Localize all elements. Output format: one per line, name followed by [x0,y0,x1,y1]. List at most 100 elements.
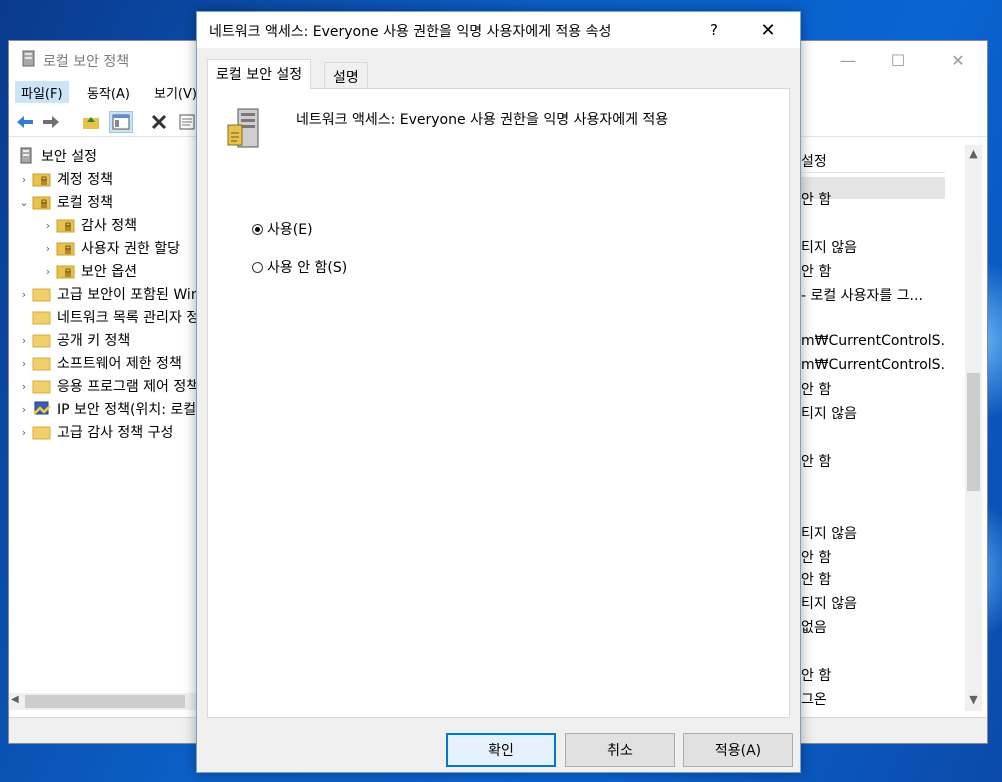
menu-view[interactable]: 보기(V) [148,81,203,103]
tree-horizontal-scrollbar[interactable]: ◀ [9,693,199,710]
tree-item-user-rights-assignment[interactable]: › 사용자 권한 할당 [41,237,180,259]
tree-item-security-settings[interactable]: 보안 설정 [15,145,97,167]
tree-item-local-policies[interactable]: ⌄ 로컬 정책 [17,191,113,213]
column-header-setting[interactable]: 설정 [799,145,945,173]
tree-item-defender-firewall[interactable]: › 고급 보안이 포함된 Windows Defender 방화벽 [17,283,199,305]
expand-arrow-icon[interactable]: › [17,357,31,370]
tree-item-label: 사용자 권한 할당 [81,241,181,257]
up-level-button[interactable] [79,111,103,133]
expand-arrow-icon[interactable]: › [17,403,31,416]
policy-setting-cell[interactable]: m₩CurrentControlS... [801,333,945,349]
policy-setting-cell[interactable]: 티지 않음 [801,523,857,543]
tab-local-security-setting[interactable]: 로컬 보안 설정 [207,59,312,89]
folder-up-icon [83,117,99,129]
scrollbar-thumb[interactable] [967,373,980,491]
radio-button[interactable] [252,261,263,273]
menu-file[interactable]: 파일(F) [15,81,69,103]
tab-panel: 네트워크 액세스: Everyone 사용 권한을 익명 사용자에게 적용 사용… [207,88,790,718]
console-tree: 보안 설정 › 계정 정책 ⌄ 로컬 정책 › 감사 정책 › 사용자 권한 할… [9,143,199,695]
back-button[interactable] [13,111,37,133]
tab-explain[interactable]: 설명 [324,62,368,88]
policy-list-pane: 설정 안 함 티지 않음 안 함- 로컬 사용자를 그... m₩CurrentCon… [799,145,945,705]
close-button[interactable]: ✕ [935,41,981,79]
policy-setting-cell[interactable]: 안 함 [801,451,831,471]
ok-button[interactable]: 확인 [446,733,556,767]
policy-setting-cell[interactable]: 안 함 [801,547,831,567]
scrollbar-thumb[interactable] [25,695,185,708]
policy-setting-cell[interactable]: 안 함 [801,569,831,589]
policy-setting-cell[interactable]: 안 함 [801,261,831,281]
folder-icon [31,377,53,395]
disabled-radio-label: 사용 안 함(S) [267,260,348,276]
tree-item-software-restriction[interactable]: › 소프트웨어 제한 정책 [17,352,182,374]
policy-setting-cell[interactable]: 안 함 [801,379,831,399]
local-security-policy-icon [22,50,35,67]
folder-lock-icon [55,239,77,257]
policy-setting-cell[interactable]: 없음 [801,617,827,637]
expand-arrow-icon[interactable]: › [17,334,31,347]
expand-arrow-icon[interactable]: › [17,426,31,439]
scroll-left-arrow-icon[interactable]: ◀ [11,694,19,705]
folder-lock-icon [55,216,77,234]
security-settings-icon [15,147,37,165]
policy-setting-cell[interactable]: 티지 않음 [801,593,857,613]
expand-arrow-icon[interactable]: › [41,219,55,232]
policy-setting-cell[interactable]: - 로컬 사용자를 그... [801,285,923,305]
list-vertical-scrollbar[interactable]: ▲ ▼ [965,145,982,711]
radio-button-checked[interactable] [252,223,263,235]
tree-item-advanced-audit[interactable]: › 고급 감사 정책 구성 [17,421,174,443]
tree-item-public-key-policies[interactable]: › 공개 키 정책 [17,329,131,351]
tree-item-label: 고급 감사 정책 구성 [57,425,174,441]
folder-lock-icon [31,193,53,211]
policy-setting-cell[interactable]: 안 함 [801,189,831,209]
tree-item-network-list-manager[interactable]: 네트워크 목록 관리자 정책 [17,306,199,328]
tree-item-security-options[interactable]: › 보안 옵션 [41,260,141,282]
apply-button[interactable]: 적용(A) [683,733,793,767]
maximize-button[interactable]: ☐ [875,41,921,79]
disabled-radio[interactable]: 사용 안 함(S) [252,257,347,277]
ip-security-icon [31,400,53,418]
expand-arrow-icon[interactable]: › [17,173,31,186]
menu-action[interactable]: 동작(A) [81,81,136,103]
cancel-button[interactable]: 취소 [565,733,675,767]
scroll-up-arrow-icon[interactable]: ▲ [965,147,982,164]
tree-item-label: 소프트웨어 제한 정책 [57,356,182,372]
delete-x-icon [151,114,167,130]
expand-arrow-icon[interactable]: › [17,380,31,393]
policy-server-icon [227,108,259,148]
tree-item-audit-policy[interactable]: › 감사 정책 [41,214,137,236]
policy-name: 네트워크 액세스: Everyone 사용 권한을 익명 사용자에게 적용 [296,112,669,128]
tree-item-label: IP 보안 정책(위치: 로컬 컴퓨터) [57,402,199,418]
forward-arrow-icon [43,116,59,128]
folder-lock-icon [55,262,77,280]
tree-item-label: 계정 정책 [57,172,113,188]
tree-item-selection-highlight: 보안 옵션 [55,261,141,281]
tree-item-account-policies[interactable]: › 계정 정책 [17,168,113,190]
policy-properties-dialog: 네트워크 액세스: Everyone 사용 권한을 익명 사용자에게 적용 속성… [196,11,801,773]
forward-button[interactable] [39,111,63,133]
help-button[interactable]: ? [697,12,731,48]
scroll-down-arrow-icon[interactable]: ▼ [965,693,982,710]
collapse-arrow-icon[interactable]: ⌄ [17,196,31,209]
policy-setting-cell[interactable]: 티지 않음 [801,237,857,257]
expand-arrow-icon[interactable]: › [17,288,31,301]
policy-setting-cell[interactable]: 티지 않음 [801,403,857,423]
dialog-title: 네트워크 액세스: Everyone 사용 권한을 익명 사용자에게 적용 속성 [209,24,612,40]
tree-item-label: 로컬 정책 [57,195,113,211]
policy-setting-cell[interactable]: 그온 [801,689,827,705]
enabled-radio[interactable]: 사용(E) [252,219,313,239]
tree-item-ip-security[interactable]: › IP 보안 정책(위치: 로컬 컴퓨터) [17,398,199,420]
tree-item-label: 고급 보안이 포함된 Windows Defender 방화벽 [57,287,199,303]
enabled-radio-label: 사용(E) [267,222,313,238]
expand-arrow-icon[interactable]: › [41,265,55,278]
show-hide-console-tree-button[interactable] [109,111,133,133]
tree-item-application-control[interactable]: › 응용 프로그램 제어 정책 [17,375,199,397]
policy-setting-cell[interactable]: 안 함 [801,665,831,685]
folder-icon [31,285,53,303]
expand-arrow-icon[interactable]: › [41,242,55,255]
dialog-title-bar: 네트워크 액세스: Everyone 사용 권한을 익명 사용자에게 적용 속성… [197,12,800,48]
delete-button[interactable] [147,111,171,133]
minimize-button[interactable]: — [825,41,871,79]
policy-setting-cell[interactable]: m₩CurrentControlS... [801,357,945,373]
dialog-close-button[interactable]: ✕ [745,12,791,48]
